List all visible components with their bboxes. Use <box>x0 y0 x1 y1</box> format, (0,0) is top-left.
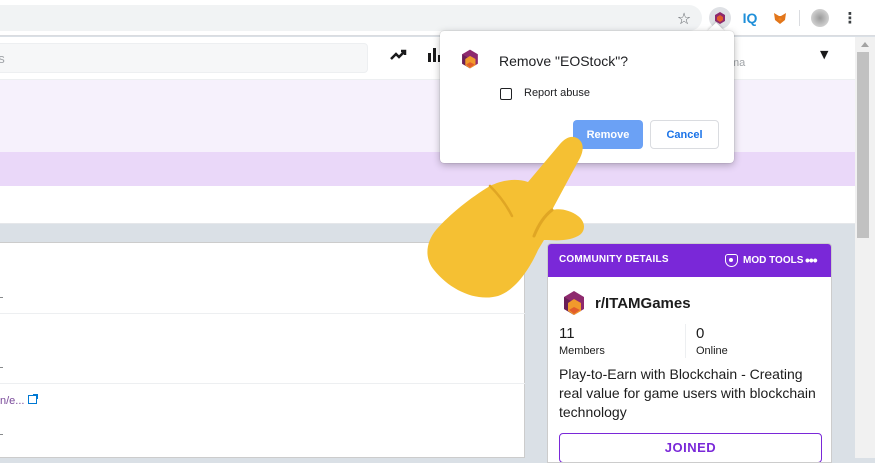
mod-tools-button[interactable]: MOD TOOLS <box>725 252 803 268</box>
post-card[interactable] <box>0 384 525 459</box>
toolbar-separator <box>799 10 800 26</box>
post-card[interactable] <box>0 314 525 384</box>
trending-icon[interactable] <box>388 44 410 66</box>
eostock-logo-icon <box>462 49 478 69</box>
star-icon[interactable]: ☆ <box>673 7 695 29</box>
post-feed <box>0 242 525 458</box>
community-details-card: COMMUNITY DETAILS MOD TOOLS ••• r/ITAMGa… <box>547 243 832 463</box>
joined-button[interactable]: JOINED <box>559 433 822 462</box>
metamask-extension-icon[interactable] <box>769 7 791 29</box>
search-input[interactable]: es <box>0 43 368 73</box>
search-placeholder: es <box>0 51 5 66</box>
post-meta-fragment <box>0 297 3 298</box>
mod-tools-label: MOD TOOLS <box>743 254 804 266</box>
shield-icon <box>725 253 738 267</box>
members-label: Members <box>559 345 605 357</box>
report-abuse-label[interactable]: Report abuse <box>524 87 590 99</box>
more-options-icon[interactable]: ••• <box>805 252 818 268</box>
community-description: Play-to-Earn with Blockchain - Creating … <box>559 366 816 420</box>
post-meta-fragment <box>0 367 3 368</box>
post-meta-fragment <box>0 434 3 435</box>
kebab-menu-icon[interactable]: ⋮ <box>839 7 861 29</box>
profile-avatar[interactable] <box>811 9 829 27</box>
scrollbar-thumb[interactable] <box>857 52 869 238</box>
address-bar[interactable] <box>0 5 702 31</box>
chevron-down-icon[interactable]: ▼ <box>820 48 828 61</box>
scroll-up-arrow-icon[interactable] <box>855 37 875 51</box>
community-nav-bar <box>0 186 855 224</box>
iq-extension-icon[interactable]: IQ <box>739 7 761 29</box>
post-external-link[interactable]: n/e... <box>0 394 39 407</box>
community-details-header: COMMUNITY DETAILS MOD TOOLS ••• <box>548 244 831 277</box>
post-card[interactable] <box>0 243 525 314</box>
remove-button[interactable]: Remove <box>573 120 643 149</box>
members-count: 11 <box>559 325 575 342</box>
cancel-button[interactable]: Cancel <box>650 120 719 149</box>
stats-divider <box>685 324 686 358</box>
community-details-title: COMMUNITY DETAILS <box>559 254 669 265</box>
community-name[interactable]: r/ITAMGames <box>595 295 691 312</box>
fox-icon <box>774 13 786 24</box>
browser-toolbar: ☆ IQ ⋮ <box>0 0 875 36</box>
online-label: Online <box>696 345 728 357</box>
external-link-icon <box>28 394 39 404</box>
post-link-text[interactable]: n/e... <box>0 395 24 407</box>
dialog-title: Remove "EOStock"? <box>499 53 628 69</box>
community-logo-icon <box>564 291 584 315</box>
report-abuse-checkbox[interactable] <box>500 88 512 100</box>
online-count: 0 <box>696 325 705 342</box>
remove-extension-dialog: Remove "EOStock"? Report abuse Remove Ca… <box>440 31 734 163</box>
